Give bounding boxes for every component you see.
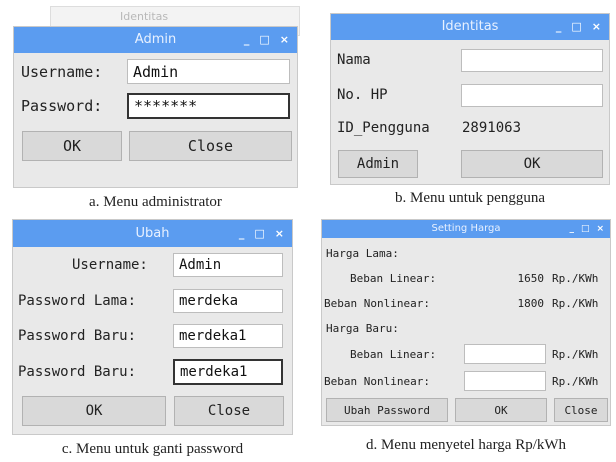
close-icon[interactable]: × xyxy=(275,220,284,247)
window-title: Admin xyxy=(134,32,177,47)
new-linear-unit: Rp./KWh xyxy=(552,348,599,361)
caption-a: a. Menu administrator xyxy=(89,194,222,210)
linear-label: Beban Linear: xyxy=(350,272,437,285)
id-pengguna-value: 2891063 xyxy=(462,120,522,136)
background-window-title: Identitas xyxy=(120,10,169,23)
close-icon[interactable]: × xyxy=(592,14,601,40)
nonlinear-label: Beban Nonlinear: xyxy=(324,297,430,310)
caption-d: d. Menu menyetel harga Rp/kWh xyxy=(365,437,567,453)
minimize-icon[interactable]: _ xyxy=(569,220,574,238)
ok-button[interactable]: OK xyxy=(22,396,166,426)
close-button[interactable]: Close xyxy=(129,131,292,161)
close-button[interactable]: Close xyxy=(174,396,284,426)
maximize-icon[interactable]: □ xyxy=(259,27,269,53)
linear-unit: Rp./KWh xyxy=(552,272,599,285)
maximize-icon[interactable]: □ xyxy=(571,14,581,40)
nonlinear-value: 1800 xyxy=(517,297,545,310)
ok-button[interactable]: OK xyxy=(22,131,122,161)
admin-button[interactable]: Admin xyxy=(338,150,418,178)
harga-lama-label: Harga Lama: xyxy=(326,247,399,260)
nama-field[interactable] xyxy=(461,49,603,72)
minimize-icon[interactable]: _ xyxy=(244,27,250,53)
caption-c: c. Menu untuk ganti password xyxy=(61,441,244,457)
maximize-icon[interactable]: □ xyxy=(254,220,264,247)
ubah-password-button[interactable]: Ubah Password xyxy=(326,398,448,422)
titlebar: Ubah _ □ × xyxy=(13,220,292,247)
password-field[interactable]: ******* xyxy=(127,93,290,119)
change-password-window: Ubah _ □ × Username: Admin Password Lama… xyxy=(12,219,293,435)
confirm-password-label: Password Baru: xyxy=(18,364,137,380)
new-password-field[interactable]: merdeka1 xyxy=(173,324,283,348)
password-label: Password: xyxy=(21,97,103,115)
caption-b: b. Menu untuk pengguna xyxy=(395,190,545,206)
new-password-label: Password Baru: xyxy=(18,328,137,344)
hp-label: No. HP xyxy=(337,87,388,103)
confirm-password-field[interactable]: merdeka1 xyxy=(173,359,283,385)
username-label: Username: xyxy=(21,63,103,81)
old-password-label: Password Lama: xyxy=(18,293,137,309)
identity-window: Identitas _ □ × Nama No. HP ID_Pengguna … xyxy=(330,13,610,185)
maximize-icon[interactable]: □ xyxy=(581,220,590,238)
nonlinear-unit: Rp./KWh xyxy=(552,297,599,310)
new-linear-label: Beban Linear: xyxy=(350,348,437,361)
new-linear-field[interactable] xyxy=(464,344,546,364)
ok-button[interactable]: OK xyxy=(461,150,603,178)
window-title: Setting Harga xyxy=(431,223,501,234)
titlebar: Setting Harga _ □ × xyxy=(322,220,610,238)
titlebar: Identitas _ □ × xyxy=(331,14,609,40)
username-label: Username: xyxy=(72,257,148,273)
username-field[interactable]: Admin xyxy=(173,253,283,277)
window-title: Identitas xyxy=(441,19,499,34)
harga-baru-label: Harga Baru: xyxy=(326,322,399,335)
hp-field[interactable] xyxy=(461,84,603,107)
close-button[interactable]: Close xyxy=(554,398,608,422)
titlebar: Admin _ □ × xyxy=(14,27,297,53)
ok-button[interactable]: OK xyxy=(455,398,547,422)
window-title: Ubah xyxy=(135,226,170,241)
minimize-icon[interactable]: _ xyxy=(239,220,245,247)
linear-value: 1650 xyxy=(517,272,545,285)
username-field[interactable]: Admin xyxy=(127,59,290,84)
nama-label: Nama xyxy=(337,52,371,68)
new-nonlinear-unit: Rp./KWh xyxy=(552,375,599,388)
close-icon[interactable]: × xyxy=(280,27,289,53)
minimize-icon[interactable]: _ xyxy=(556,14,562,40)
old-password-field[interactable]: merdeka xyxy=(173,289,283,313)
close-icon[interactable]: × xyxy=(596,220,604,238)
id-pengguna-label: ID_Pengguna xyxy=(337,120,430,136)
new-nonlinear-label: Beban Nonlinear: xyxy=(324,375,430,388)
price-setting-window: Setting Harga _ □ × Harga Lama: Beban Li… xyxy=(321,219,611,426)
admin-login-window: Admin _ □ × Username: Admin Password: **… xyxy=(13,26,298,188)
new-nonlinear-field[interactable] xyxy=(464,371,546,391)
